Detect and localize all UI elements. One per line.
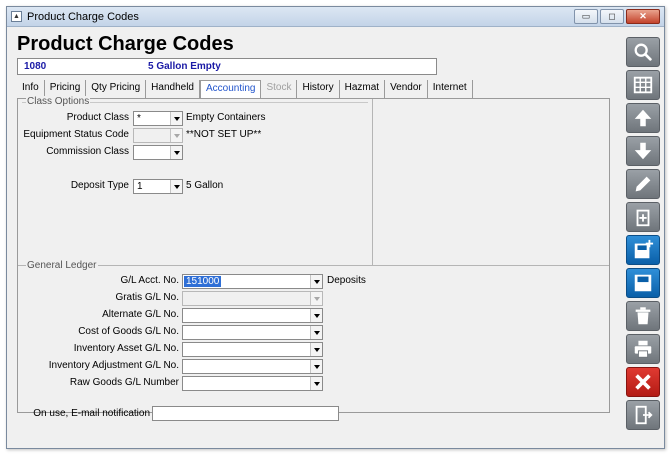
chevron-down-icon[interactable] <box>310 343 322 356</box>
exit-button[interactable] <box>626 400 660 430</box>
copy-button[interactable] <box>626 202 660 232</box>
save-icon <box>634 274 652 292</box>
page-title: Product Charge Codes <box>17 33 234 55</box>
tab-stock: Stock <box>261 80 298 98</box>
tab-history[interactable]: History <box>297 80 340 98</box>
raw-goods-gl-label: Raw Goods G/L Number <box>69 377 179 388</box>
edit-button[interactable] <box>626 169 660 199</box>
tab-internet[interactable]: Internet <box>428 80 473 98</box>
inventory-adjustment-gl-label: Inventory Adjustment G/L No. <box>48 360 179 371</box>
chevron-down-icon[interactable] <box>170 146 182 159</box>
inventory-adjustment-gl-select[interactable] <box>182 359 323 374</box>
gratis-gl-label: Gratis G/L No. <box>115 292 179 303</box>
chevron-down-icon[interactable] <box>170 112 182 125</box>
commission-class-select[interactable] <box>133 145 183 160</box>
delete-button[interactable] <box>626 301 660 331</box>
chevron-down-icon[interactable] <box>170 180 182 193</box>
tab-handheld[interactable]: Handheld <box>146 80 200 98</box>
grid-icon <box>633 76 653 94</box>
trash-icon <box>635 307 651 325</box>
inventory-asset-gl-label: Inventory Asset G/L No. <box>73 343 179 354</box>
chevron-down-icon[interactable] <box>310 360 322 373</box>
gl-acct-description: Deposits <box>327 275 366 286</box>
edit-icon <box>635 176 651 192</box>
minimize-button[interactable]: ▭ <box>574 9 598 24</box>
gl-acct-label: G/L Acct. No. <box>120 275 179 286</box>
gratis-gl-select <box>182 291 323 306</box>
search-icon <box>634 43 652 61</box>
deposit-type-value: 1 <box>137 181 143 192</box>
alternate-gl-label: Alternate G/L No. <box>102 309 179 320</box>
panel-horizontal-divider <box>18 265 609 266</box>
email-notification-label: On use, E-mail notification <box>33 408 150 419</box>
chevron-down-icon <box>310 292 322 305</box>
deposit-type-label: Deposit Type <box>70 180 129 191</box>
cancel-button[interactable] <box>626 367 660 397</box>
inventory-asset-gl-select[interactable] <box>182 342 323 357</box>
tab-hazmat[interactable]: Hazmat <box>340 80 386 98</box>
product-class-select[interactable]: * <box>133 111 183 126</box>
product-class-value: * <box>137 113 141 124</box>
previous-record-button[interactable] <box>626 103 660 133</box>
class-options-caption: Class Options <box>26 96 91 107</box>
chevron-down-icon[interactable] <box>310 275 322 288</box>
save-new-button[interactable] <box>626 235 660 265</box>
form-area: Product Charge Codes 1080 5 Gallon Empty… <box>7 28 622 448</box>
chevron-down-icon[interactable] <box>310 309 322 322</box>
gl-acct-select[interactable]: 151000 <box>182 274 323 289</box>
app-window: ▲ Product Charge Codes ▭ ◻ ✕ Product Cha… <box>6 6 665 449</box>
tab-vendor[interactable]: Vendor <box>385 80 428 98</box>
equipment-status-code-label: Equipment Status Code <box>23 129 129 140</box>
window-controls: ▭ ◻ ✕ <box>574 9 660 24</box>
product-class-description: Empty Containers <box>186 112 266 123</box>
equipment-status-code-select <box>133 128 183 143</box>
grid-view-button[interactable] <box>626 70 660 100</box>
alternate-gl-select[interactable] <box>182 308 323 323</box>
chevron-down-icon[interactable] <box>310 377 322 390</box>
window-title: Product Charge Codes <box>27 11 139 23</box>
close-icon <box>635 374 651 390</box>
product-class-label: Product Class <box>66 112 129 123</box>
exit-icon <box>635 405 653 425</box>
record-header: 1080 5 Gallon Empty <box>17 58 437 75</box>
title-bar: ▲ Product Charge Codes ▭ ◻ ✕ <box>7 7 664 27</box>
app-menu-icon[interactable]: ▲ <box>11 11 22 22</box>
email-notification-input[interactable] <box>152 406 339 421</box>
close-window-button[interactable]: ✕ <box>626 9 660 24</box>
record-description: 5 Gallon Empty <box>148 61 221 72</box>
cogs-gl-label: Cost of Goods G/L No. <box>78 326 179 337</box>
gl-acct-value: 151000 <box>184 276 222 287</box>
print-icon <box>634 340 652 358</box>
deposit-type-description: 5 Gallon <box>186 180 224 191</box>
raw-goods-gl-select[interactable] <box>182 376 323 391</box>
cogs-gl-select[interactable] <box>182 325 323 340</box>
arrow-up-icon <box>634 109 652 127</box>
maximize-button[interactable]: ◻ <box>600 9 624 24</box>
print-button[interactable] <box>626 334 660 364</box>
tab-accounting[interactable]: Accounting <box>199 80 262 98</box>
arrow-down-icon <box>634 142 652 160</box>
panel-vertical-divider <box>372 99 373 265</box>
chevron-down-icon[interactable] <box>310 326 322 339</box>
save-button[interactable] <box>626 268 660 298</box>
record-code: 1080 <box>24 61 47 72</box>
chevron-down-icon <box>170 129 182 142</box>
deposit-type-select[interactable]: 1 <box>133 179 183 194</box>
accounting-panel: Class Options Product Class * Empty Cont… <box>17 96 610 413</box>
copy-icon <box>636 209 650 227</box>
tab-qty-pricing[interactable]: Qty Pricing <box>86 80 147 98</box>
save-new-icon <box>634 239 654 259</box>
commission-class-label: Commission Class <box>46 146 129 157</box>
equipment-status-code-description: **NOT SET UP** <box>186 129 262 140</box>
general-ledger-caption: General Ledger <box>26 260 98 271</box>
search-button[interactable] <box>626 37 660 67</box>
next-record-button[interactable] <box>626 136 660 166</box>
